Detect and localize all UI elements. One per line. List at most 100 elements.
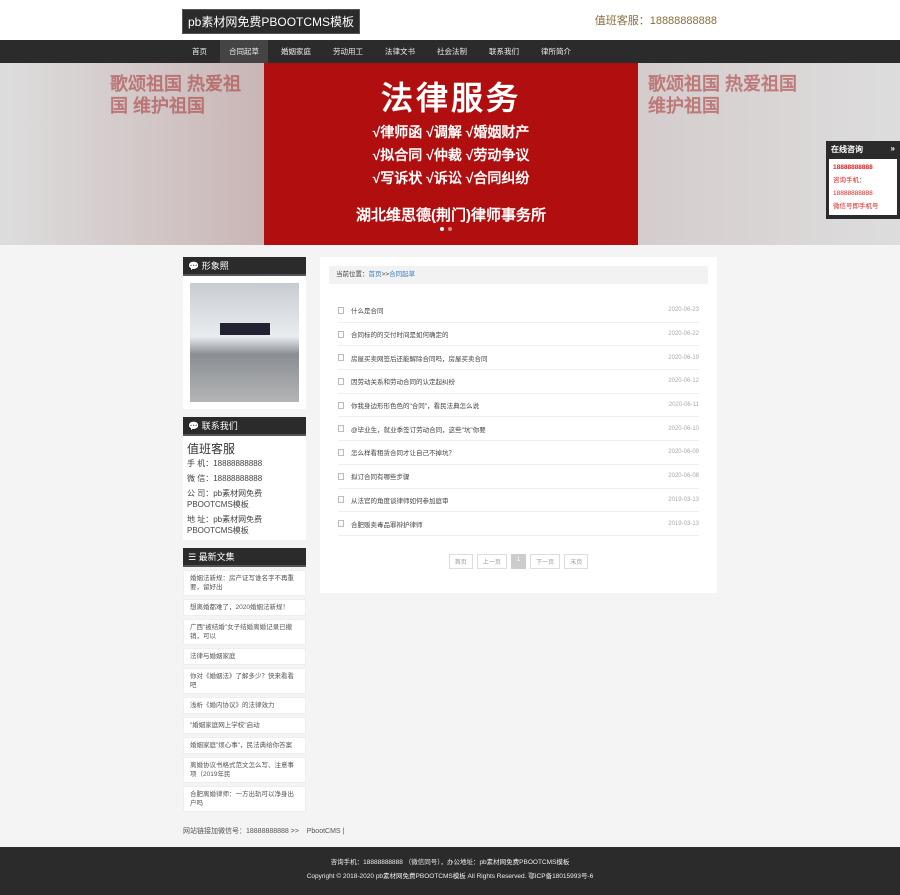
article-item[interactable]: 合同标的的交付时间是如何确定的 2020-06-22 <box>338 323 699 347</box>
list-icon: ☰ <box>188 552 199 562</box>
article-date: 2020-06-09 <box>668 449 699 456</box>
consult-line: 咨询手机： <box>833 177 866 184</box>
contact-address: 地 址：pb素材网免费PBOOTCMS模板 <box>187 515 263 535</box>
carousel-dot[interactable] <box>440 227 444 231</box>
news-item[interactable]: 你对《婚姻法》了解多少？快来看看吧 <box>183 668 306 694</box>
news-item[interactable]: 法律与婚姻家庭 <box>183 648 306 665</box>
site-logo[interactable]: pb素材网免费PBOOTCMS模板 <box>182 9 361 34</box>
nav-home[interactable]: 首页 <box>183 40 216 63</box>
article-title[interactable]: 什么是合同 <box>351 305 668 315</box>
collapse-icon[interactable]: » <box>891 144 895 155</box>
article-list-panel: 当前位置：首页>>合同起草 什么是合同 2020-06-23 合同标的的交付时间是如… <box>320 257 717 593</box>
article-item[interactable]: 合肥贩卖毒品罪辩护律师 2019-03-13 <box>338 512 699 536</box>
page-last[interactable]: 末页 <box>564 553 589 569</box>
banner[interactable]: 歌颂祖国 热爱祖国 维护祖国 歌颂祖国 热爱祖国 维护祖国 法律服务 √律师函 … <box>0 63 900 245</box>
article-item[interactable]: @毕业生，就业季签订劳动合同，这些"坑"你要 2020-06-10 <box>338 417 699 442</box>
article-date: 2020-06-11 <box>668 402 699 409</box>
article-date: 2020-06-19 <box>668 354 699 361</box>
banner-title: 法律服务 <box>380 79 521 117</box>
article-date: 2020-06-10 <box>668 425 699 432</box>
article-title[interactable]: 怎么样看租赁合同才让自己不掉坑？ <box>351 447 668 457</box>
consult-line: 微信号即手机号 <box>833 203 879 210</box>
footer: 咨询手机：18888888888 （微信同号），办公地址：pb素材网免费PBOO… <box>0 847 900 895</box>
nav-about[interactable]: 律所简介 <box>532 40 580 63</box>
article-date: 2019-03-13 <box>668 496 699 503</box>
comment-icon: 💬 <box>188 261 202 271</box>
nav-society[interactable]: 社会法制 <box>428 40 476 63</box>
article-title[interactable]: 你我身边形形色色的"合同"，看民法典怎么说 <box>351 400 669 410</box>
article-date: 2020-06-22 <box>668 331 699 338</box>
contact-info: 值班客服 手 机：18888888888 微 信：18888888888 公 司… <box>183 436 306 540</box>
news-item[interactable]: 想离婚都难了，2020婚姻法新规！ <box>183 599 306 616</box>
article-item[interactable]: 你我身边形形色色的"合同"，看民法典怎么说 2020-06-11 <box>338 394 699 418</box>
article-date: 2019-03-13 <box>668 520 699 527</box>
sidebar: 💬 形象照 💬 联系我们 值班客服 手 机：18888888888 微 信：18… <box>183 257 306 812</box>
article-title[interactable]: 因劳动关系和劳动合同的认定起纠纷 <box>351 376 668 386</box>
duty-label: 值班客服 <box>187 442 236 456</box>
document-icon <box>338 448 344 456</box>
footer-copyright: Copyright © 2018-2020 pb素材网免费PBOOTCMS模板 … <box>306 873 594 880</box>
nav-documents[interactable]: 法律文书 <box>376 40 424 63</box>
office-photo <box>183 276 306 409</box>
article-list: 什么是合同 2020-06-23 合同标的的交付时间是如何确定的 2020-06-22… <box>338 299 699 536</box>
document-icon <box>338 330 344 338</box>
page-current[interactable]: 1 <box>510 553 527 569</box>
link-pbootcms[interactable]: PbootCMS | <box>307 828 345 835</box>
article-item[interactable]: 什么是合同 2020-06-23 <box>338 299 699 323</box>
news-item[interactable]: 浅析《婚内协议》的法律效力 <box>183 697 306 714</box>
article-title[interactable]: 合肥贩卖毒品罪辩护律师 <box>351 519 668 529</box>
hotline: 值班客服：18888888888 <box>594 15 717 27</box>
article-title[interactable]: @毕业生，就业季签订劳动合同，这些"坑"你要 <box>351 424 668 434</box>
main-nav: 首页 合同起草 婚姻家庭 劳动用工 法律文书 社会法制 联系我们 律所简介 <box>0 40 900 63</box>
article-item[interactable]: 房屋买卖网签后还能解除合同吗，房屋买卖合同 2020-06-19 <box>338 346 699 371</box>
carousel-dot[interactable] <box>448 227 452 231</box>
news-item[interactable]: 离婚协议书格式范文怎么写、注意事项（2019年民 <box>183 757 306 783</box>
friend-links: 网站链接加微信号：18888888888 >> PbootCMS | <box>183 826 344 836</box>
document-icon <box>338 377 344 385</box>
comment-icon: 💬 <box>188 421 202 431</box>
banner-service: √拟合同 √仲裁 √劳动争议 <box>372 147 530 163</box>
news-header: ☰ 最新文集 <box>183 548 306 567</box>
footer-contact: 咨询手机：18888888888 （微信同号），办公地址：pb素材网免费PBOO… <box>330 859 570 866</box>
article-date: 2020-06-12 <box>668 378 699 385</box>
document-icon <box>338 520 344 528</box>
article-title[interactable]: 拟订合同有哪些步骤 <box>351 471 668 481</box>
contact-phone: 手 机：18888888888 <box>187 459 263 468</box>
pagination: 首页 上一页 1 下一页 末页 <box>320 553 717 569</box>
banner-firm: 湖北维思德(荆门)律师事务所 <box>356 207 546 224</box>
article-title[interactable]: 房屋买卖网签后还能解除合同吗，房屋买卖合同 <box>351 353 668 363</box>
page-first[interactable]: 首页 <box>448 553 473 569</box>
news-item[interactable]: 婚姻法新规：房产证写谁名字不再重要，留好出 <box>183 570 306 596</box>
news-item[interactable]: 广西"被结婚"女子结婚离婚记录已撤销，可以 <box>183 619 306 645</box>
consult-line: 18888888888 <box>833 164 873 171</box>
page-next[interactable]: 下一页 <box>530 553 561 569</box>
news-item[interactable]: "婚姻家庭网上学校"启动 <box>183 717 306 734</box>
news-item[interactable]: 婚姻家庭"烦心事"，民法典给你答案 <box>183 737 306 754</box>
article-title[interactable]: 合同标的的交付时间是如何确定的 <box>351 329 668 339</box>
article-date: 2020-06-23 <box>668 307 699 314</box>
nav-marriage[interactable]: 婚姻家庭 <box>272 40 320 63</box>
nav-labor[interactable]: 劳动用工 <box>324 40 372 63</box>
photo-header: 💬 形象照 <box>183 257 306 276</box>
article-item[interactable]: 因劳动关系和劳动合同的认定起纠纷 2020-06-12 <box>338 370 699 394</box>
article-title[interactable]: 从法官的角度谈律师如何参加庭审 <box>351 495 668 505</box>
links-label: 网站链接加微信号：18888888888 >> <box>183 828 299 835</box>
news-list: 婚姻法新规：房产证写谁名字不再重要，留好出 想离婚都难了，2020婚姻法新规！ … <box>183 570 306 812</box>
news-item[interactable]: 合肥离婚律师：一方出轨可以净身出户吗 <box>183 786 306 812</box>
nav-contract[interactable]: 合同起草 <box>220 40 268 63</box>
article-item[interactable]: 拟订合同有哪些步骤 2020-06-08 <box>338 465 699 489</box>
document-icon <box>338 306 344 314</box>
page-prev[interactable]: 上一页 <box>476 553 507 569</box>
breadcrumb: 当前位置：首页>>合同起草 <box>329 266 708 284</box>
contact-company: 公 司：pb素材网免费PBOOTCMS模板 <box>187 489 263 509</box>
article-item[interactable]: 怎么样看租赁合同才让自己不掉坑？ 2020-06-09 <box>338 441 699 465</box>
crumb-home[interactable]: 首页 <box>369 271 382 278</box>
banner-side-left: 歌颂祖国 热爱祖国 维护祖国 <box>110 74 242 116</box>
news-title: 最新文集 <box>198 552 235 562</box>
photo-title: 形象照 <box>201 261 229 271</box>
article-date: 2020-06-08 <box>668 473 699 480</box>
contact-header: 💬 联系我们 <box>183 417 306 436</box>
nav-contact[interactable]: 联系我们 <box>480 40 528 63</box>
article-item[interactable]: 从法官的角度谈律师如何参加庭审 2019-03-13 <box>338 489 699 513</box>
crumb-current[interactable]: 合同起草 <box>389 271 415 278</box>
